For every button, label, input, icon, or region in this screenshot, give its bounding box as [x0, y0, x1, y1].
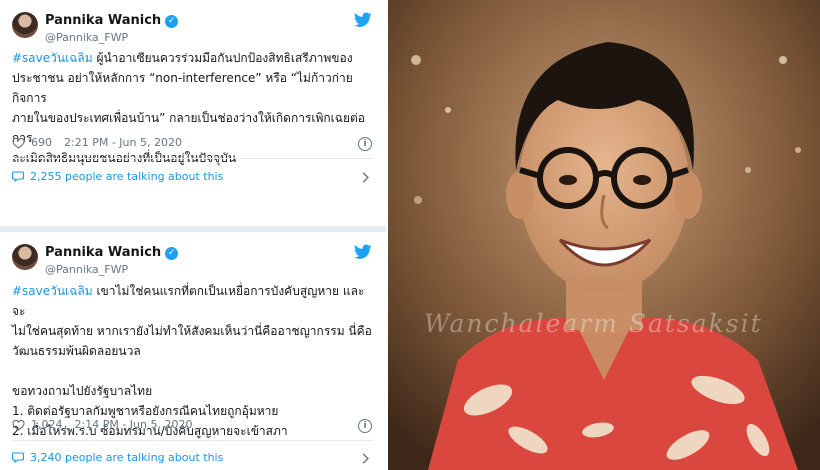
tweet-timestamp[interactable]: 2:14 PM - Jun 5, 2020 — [75, 418, 193, 431]
hashtag-link[interactable]: #saveวันเฉลิม — [12, 51, 93, 65]
tweet-meta: 690 2:21 PM - Jun 5, 2020 — [12, 136, 182, 149]
like-count[interactable]: 1,024 — [31, 418, 63, 431]
chevron-right-icon[interactable] — [361, 453, 370, 464]
verified-badge-icon: ✓ — [165, 15, 179, 28]
tweet-line-text: ผู้นำอาเซียนควรร่วมมือกันปกป้องสิทธิเสรี… — [92, 51, 353, 65]
tweet-text: #saveวันเฉลิม เขาไม่ใช่คนแรกที่ตกเป็นเหย… — [12, 281, 374, 441]
divider — [12, 440, 374, 441]
heart-icon[interactable] — [12, 137, 25, 149]
info-icon[interactable]: i — [358, 137, 372, 151]
like-count[interactable]: 690 — [31, 136, 52, 149]
tweet-line: ไม่ใช่คนสุดท้าย หากเรายังไม่ทำให้สังคมเห… — [12, 324, 372, 338]
tweet-column: Pannika Wanich ✓ @Pannika_FWP #saveวันเฉล… — [0, 0, 386, 470]
author-name-text[interactable]: Pannika Wanich — [45, 13, 161, 28]
chevron-right-icon[interactable] — [361, 172, 370, 183]
tweet-card-1[interactable]: Pannika Wanich ✓ @Pannika_FWP #saveวันเฉล… — [0, 0, 386, 230]
chat-bubble-icon — [12, 452, 24, 463]
heart-icon[interactable] — [12, 419, 25, 431]
info-icon[interactable]: i — [358, 419, 372, 433]
portrait-illustration — [388, 0, 820, 470]
talking-link[interactable]: 2,255 people are talking about this — [12, 170, 223, 183]
chat-bubble-icon — [12, 171, 24, 182]
author-name-text[interactable]: Pannika Wanich — [45, 245, 161, 260]
author-name[interactable]: Pannika Wanich ✓ — [45, 245, 179, 260]
tweet-line: วัฒนธรรมพ้นผิดลอยนวล — [12, 344, 141, 358]
twitter-bird-icon[interactable] — [354, 244, 372, 260]
tweet-line: ประชาชน อย่าให้หลักการ “non-interference… — [12, 71, 353, 105]
author-name[interactable]: Pannika Wanich ✓ — [45, 13, 179, 28]
author-handle[interactable]: @Pannika_FWP — [45, 263, 128, 276]
avatar[interactable] — [12, 12, 38, 38]
talking-link[interactable]: 3,240 people are talking about this — [12, 451, 223, 464]
tweet-text: #saveวันเฉลิม ผู้นำอาเซียนควรร่วมมือกันป… — [12, 48, 374, 168]
avatar[interactable] — [12, 244, 38, 270]
portrait-photo — [388, 0, 820, 470]
tweet-line: #saveวันเฉลิม เขาไม่ใช่คนแรกที่ตกเป็นเหย… — [12, 281, 374, 321]
talking-text[interactable]: 2,255 people are talking about this — [30, 170, 223, 183]
talking-text[interactable]: 3,240 people are talking about this — [30, 451, 223, 464]
photo-watermark: Wanchalearm Satsaksit — [424, 309, 763, 338]
twitter-bird-icon[interactable] — [354, 12, 372, 28]
tweet-line — [12, 361, 374, 381]
verified-badge-icon: ✓ — [165, 247, 179, 260]
divider — [12, 158, 374, 159]
author-handle[interactable]: @Pannika_FWP — [45, 31, 128, 44]
tweet-meta: 1,024 2:14 PM - Jun 5, 2020 — [12, 418, 192, 431]
tweet-line: ขอทวงถามไปยังรัฐบาลไทย — [12, 384, 153, 398]
tweet-timestamp[interactable]: 2:21 PM - Jun 5, 2020 — [64, 136, 182, 149]
hashtag-link[interactable]: #saveวันเฉลิม — [12, 284, 93, 298]
tweet-line: #saveวันเฉลิม ผู้นำอาเซียนควรร่วมมือกันป… — [12, 48, 374, 68]
